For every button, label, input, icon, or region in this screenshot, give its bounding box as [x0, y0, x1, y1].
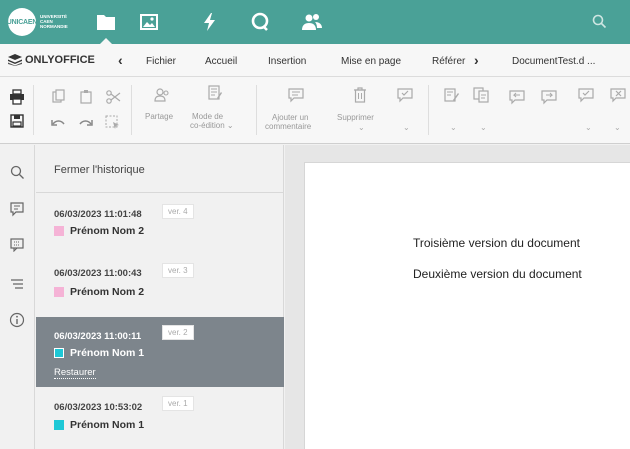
onlyoffice-logo-icon — [8, 54, 22, 66]
logo-mark: UNICAEN — [7, 8, 37, 36]
reject-change-icon[interactable] — [610, 87, 626, 103]
lightning-icon[interactable] — [199, 12, 221, 32]
save-icon[interactable] — [9, 113, 25, 129]
toolbar-separator — [256, 85, 257, 135]
document-area: Troisième version du document Deuxième v… — [285, 145, 630, 449]
tab-fichier[interactable]: Fichier — [146, 56, 176, 67]
version-history-panel: Fermer l'historique 06/03/2023 11:01:48 … — [36, 145, 284, 449]
coediting-label-line1: Mode de — [192, 112, 224, 121]
version-item-1[interactable]: 06/03/2023 10:53:02 ver. 1 Prénom Nom 1 — [36, 387, 284, 449]
toolbar-separator — [33, 85, 34, 135]
author-name: Prénom Nom 2 — [70, 225, 145, 237]
accept-change-icon[interactable] — [578, 87, 594, 103]
redo-icon[interactable] — [78, 115, 94, 131]
chat-icon[interactable] — [9, 236, 25, 253]
version-date: 06/03/2023 11:01:48 — [54, 209, 142, 220]
university-logo: UNICAEN UNIVERSITÉ CAEN NORMANDIE — [7, 8, 74, 36]
version-item-4[interactable]: 06/03/2023 11:01:48 ver. 4 Prénom Nom 2 — [36, 193, 284, 255]
document-line-1[interactable]: Troisième version du document — [413, 236, 580, 250]
tabs-scroll-right-icon[interactable]: › — [474, 52, 479, 68]
author-color-swatch — [54, 226, 64, 236]
tab-bar: ONLYOFFICE ‹ Fichier Accueil Insertion M… — [0, 44, 630, 77]
tab-mise-en-page[interactable]: Mise en page — [341, 56, 401, 67]
version-item-2[interactable]: 06/03/2023 11:00:11 ver. 2 Prénom Nom 1 … — [36, 317, 284, 387]
version-author: Prénom Nom 1 — [54, 347, 144, 359]
image-icon[interactable] — [138, 12, 160, 32]
info-icon[interactable] — [9, 312, 25, 328]
author-color-swatch — [54, 348, 64, 358]
undo-icon[interactable] — [50, 115, 66, 131]
onlyoffice-brand: ONLYOFFICE — [8, 54, 95, 66]
version-date: 06/03/2023 11:00:43 — [54, 268, 142, 279]
version-date: 06/03/2023 11:00:11 — [54, 331, 142, 342]
version-badge: ver. 1 — [162, 396, 194, 411]
version-date: 06/03/2023 10:53:02 — [54, 402, 143, 413]
track-changes-dropdown-icon[interactable]: ⌄ — [450, 123, 457, 132]
add-comment-label-line1: Ajouter un — [272, 113, 309, 122]
display-mode-icon[interactable] — [473, 87, 489, 103]
tabs-scroll-left-icon[interactable]: ‹ — [118, 52, 123, 68]
toolbar: Partage Mode de co-édition ⌄ Ajouter un … — [0, 77, 630, 144]
delete-label: Supprimer — [337, 113, 374, 122]
reject-dropdown-icon[interactable]: ⌄ — [614, 123, 621, 132]
previous-change-icon[interactable] — [509, 89, 525, 105]
version-author: Prénom Nom 1 — [54, 419, 144, 431]
version-badge: ver. 4 — [162, 204, 194, 219]
comments-icon[interactable] — [9, 201, 25, 217]
delete-dropdown-icon[interactable]: ⌄ — [358, 123, 365, 132]
print-icon[interactable] — [9, 89, 25, 105]
accept-dropdown-icon[interactable]: ⌄ — [585, 123, 592, 132]
coediting-icon[interactable] — [207, 85, 223, 101]
tab-references[interactable]: Référer — [432, 56, 465, 67]
folder-icon[interactable] — [95, 12, 117, 32]
coediting-label-line2: co-édition ⌄ — [190, 121, 234, 130]
select-all-icon[interactable] — [105, 115, 121, 131]
document-page[interactable]: Troisième version du document Deuxième v… — [304, 162, 630, 449]
display-mode-dropdown-icon[interactable]: ⌄ — [480, 123, 487, 132]
track-changes-icon[interactable] — [444, 87, 460, 103]
document-line-2[interactable]: Deuxième version du document — [413, 267, 582, 281]
tab-insertion[interactable]: Insertion — [268, 56, 306, 67]
paste-icon[interactable] — [78, 89, 94, 105]
version-author: Prénom Nom 2 — [54, 286, 144, 298]
version-item-3[interactable]: 06/03/2023 11:00:43 ver. 3 Prénom Nom 2 — [36, 255, 284, 317]
copy-icon[interactable] — [50, 89, 66, 105]
chat-icon[interactable] — [249, 12, 271, 32]
top-bar: UNICAEN UNIVERSITÉ CAEN NORMANDIE — [0, 0, 630, 44]
next-change-icon[interactable] — [541, 89, 557, 105]
restore-version-link[interactable]: Restaurer — [54, 367, 96, 379]
toolbar-separator — [428, 85, 429, 135]
users-icon[interactable] — [301, 12, 323, 32]
add-comment-label-line2: commentaire — [265, 122, 312, 131]
resolve-comment-icon[interactable] — [397, 87, 413, 103]
version-badge: ver. 2 — [162, 325, 194, 340]
resolve-dropdown-icon[interactable]: ⌄ — [403, 123, 410, 132]
delete-comment-icon[interactable] — [352, 87, 368, 103]
search-icon[interactable] — [589, 12, 611, 32]
author-name: Prénom Nom 1 — [70, 347, 145, 359]
author-color-swatch — [54, 287, 64, 297]
author-color-swatch — [54, 420, 64, 430]
toolbar-separator — [131, 85, 132, 135]
close-history-link[interactable]: Fermer l'historique — [54, 164, 145, 176]
navigation-icon[interactable] — [9, 276, 25, 292]
version-author: Prénom Nom 2 — [54, 225, 144, 237]
author-name: Prénom Nom 1 — [70, 419, 145, 431]
logo-text: UNIVERSITÉ CAEN NORMANDIE — [40, 14, 68, 29]
author-name: Prénom Nom 2 — [70, 286, 145, 298]
left-rail — [0, 145, 35, 449]
version-badge: ver. 3 — [162, 263, 194, 278]
search-icon[interactable] — [9, 164, 25, 180]
add-comment-icon[interactable] — [288, 87, 304, 103]
brand-label: ONLYOFFICE — [25, 54, 95, 66]
document-title: DocumentTest.d ... — [512, 56, 596, 67]
share-label: Partage — [145, 112, 174, 121]
tab-accueil[interactable]: Accueil — [205, 56, 237, 67]
share-icon[interactable] — [154, 87, 170, 103]
cut-icon[interactable] — [105, 89, 121, 105]
